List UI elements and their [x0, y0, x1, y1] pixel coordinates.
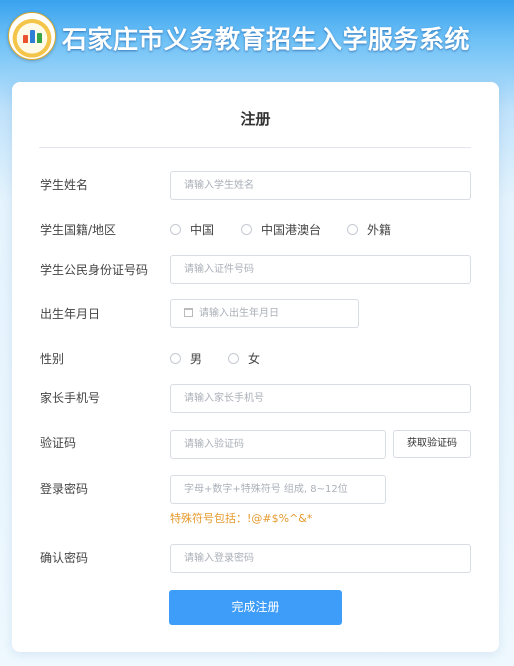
calendar-icon: [184, 308, 193, 317]
nationality-label: 学生国籍/地区: [40, 223, 117, 237]
submit-register-button[interactable]: 完成注册: [169, 590, 342, 625]
student-name-input[interactable]: 请输入学生姓名: [170, 171, 471, 200]
nationality-option-hmt[interactable]: 中国港澳台: [241, 221, 321, 238]
gender-radio-group: 男 女: [170, 350, 310, 366]
confirm-password-label: 确认密码: [40, 551, 89, 565]
verification-code-label: 验证码: [40, 436, 77, 450]
password-label: 登录密码: [40, 482, 89, 496]
radio-circle-icon: [347, 224, 358, 235]
birth-date-input[interactable]: 请输入出生年月日: [170, 299, 359, 328]
gender-option-male[interactable]: 男: [170, 350, 202, 367]
id-number-label: 学生公民身份证号码: [40, 263, 149, 277]
register-title: 注册: [240, 110, 271, 128]
radio-circle-icon: [241, 224, 252, 235]
id-number-input[interactable]: 请输入证件号码: [170, 255, 471, 284]
radio-circle-icon: [170, 353, 181, 364]
radio-circle-icon: [170, 224, 181, 235]
password-input[interactable]: 字母+数字+特殊符号 组成, 8~12位: [170, 475, 386, 504]
password-hint: 特殊符号包括：!@#$%^&*: [170, 512, 313, 525]
site-header: 石家庄市义务教育招生入学服务系统: [0, 0, 514, 78]
parent-phone-input[interactable]: 请输入家长手机号: [170, 384, 471, 413]
get-code-button[interactable]: 获取验证码: [393, 430, 471, 458]
register-card: 注册 学生姓名 请输入学生姓名 学生国籍/地区 中国 中国港澳台 外籍 学生公民…: [12, 82, 499, 652]
birth-date-label: 出生年月日: [40, 307, 101, 321]
parent-phone-label: 家长手机号: [40, 391, 101, 405]
confirm-password-input[interactable]: 请输入登录密码: [170, 544, 471, 573]
gender-label: 性别: [40, 352, 65, 366]
student-name-label: 学生姓名: [40, 178, 89, 192]
nationality-option-china[interactable]: 中国: [170, 221, 214, 238]
site-title: 石家庄市义务教育招生入学服务系统: [62, 25, 471, 54]
verification-code-input[interactable]: 请输入验证码: [170, 430, 386, 459]
nationality-radio-group: 中国 中国港澳台 外籍: [170, 221, 471, 237]
title-divider: [39, 147, 471, 148]
gender-option-female[interactable]: 女: [228, 350, 260, 367]
nationality-option-foreign[interactable]: 外籍: [347, 221, 391, 238]
radio-circle-icon: [228, 353, 239, 364]
school-emblem-icon: [8, 12, 56, 60]
